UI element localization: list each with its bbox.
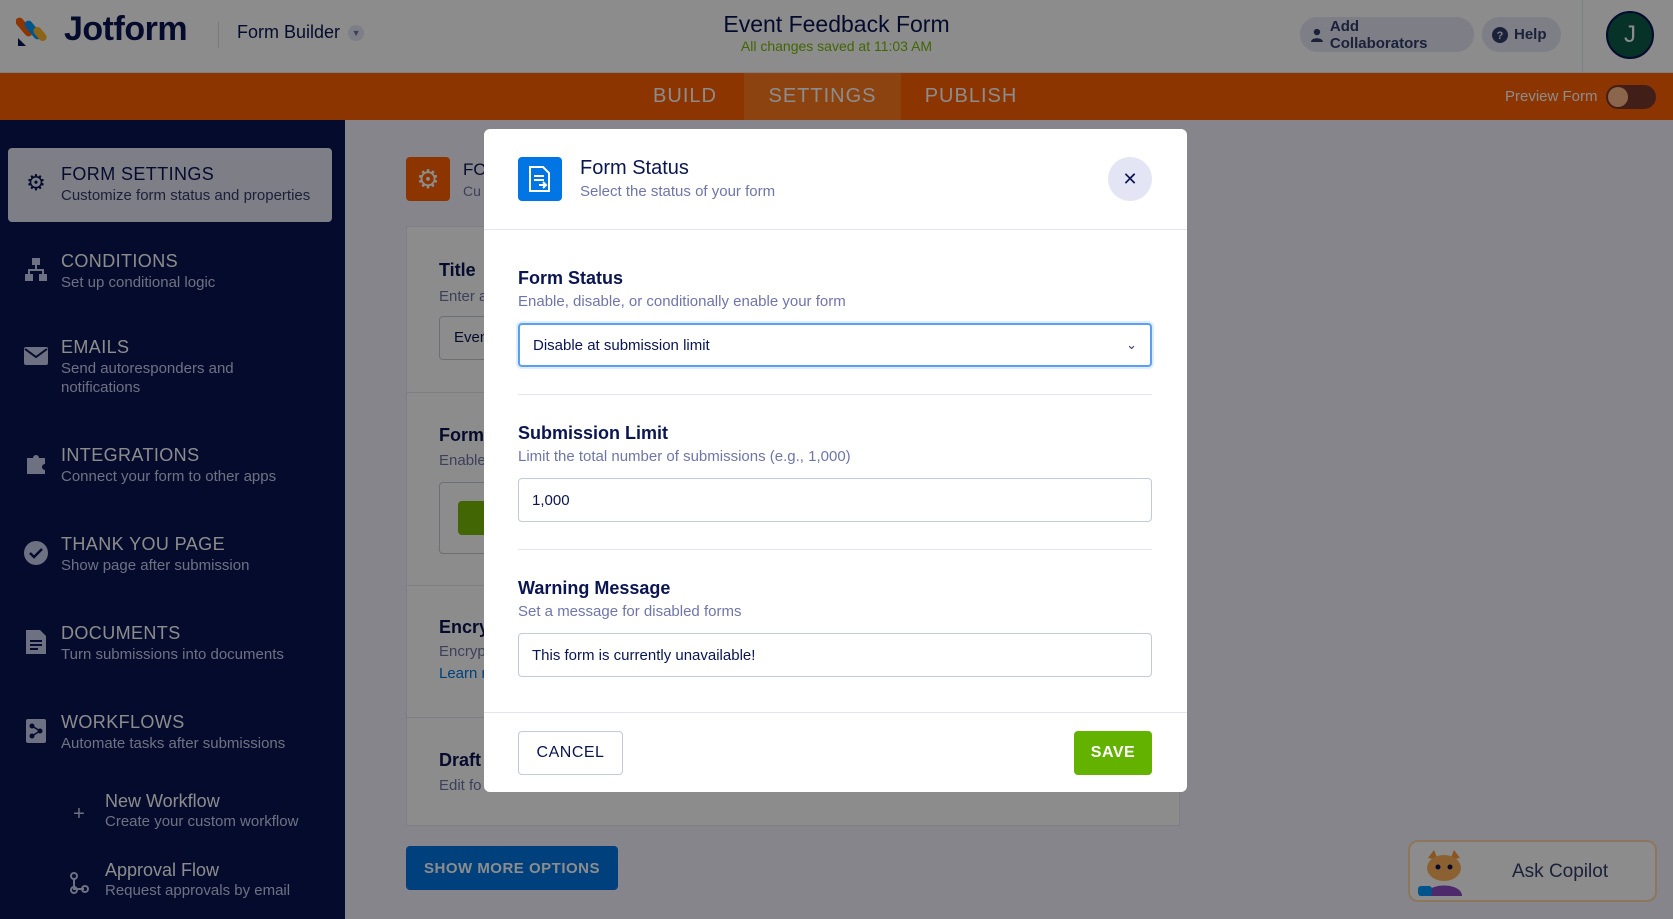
warning-message-input[interactable]: This form is currently unavailable! bbox=[518, 633, 1152, 677]
form-status-select-value: Disable at submission limit bbox=[533, 336, 710, 354]
submission-limit-desc: Limit the total number of submissions (e… bbox=[518, 448, 851, 465]
modal-divider bbox=[518, 394, 1152, 395]
form-status-field-desc: Enable, disable, or conditionally enable… bbox=[518, 293, 846, 310]
modal-header: Form Status Select the status of your fo… bbox=[484, 129, 1187, 230]
cancel-button[interactable]: CANCEL bbox=[518, 731, 623, 775]
warning-message-desc: Set a message for disabled forms bbox=[518, 603, 742, 620]
modal-subtitle: Select the status of your form bbox=[580, 183, 776, 200]
form-status-field-label: Form Status bbox=[518, 268, 624, 288]
form-status-select[interactable]: Disable at submission limit ⌄ bbox=[518, 323, 1152, 367]
modal-footer: CANCEL SAVE bbox=[484, 712, 1187, 792]
modal-divider bbox=[518, 549, 1152, 550]
form-status-modal: Form Status Select the status of your fo… bbox=[484, 129, 1187, 792]
form-status-document-icon bbox=[518, 157, 562, 201]
modal-title: Form Status bbox=[580, 157, 689, 179]
submission-limit-input[interactable]: 1,000 bbox=[518, 478, 1152, 522]
save-button[interactable]: SAVE bbox=[1074, 731, 1152, 775]
warning-message-label: Warning Message bbox=[518, 578, 671, 598]
close-icon[interactable]: ✕ bbox=[1108, 157, 1152, 201]
submission-limit-label: Submission Limit bbox=[518, 423, 669, 443]
chevron-down-icon: ⌄ bbox=[1126, 337, 1137, 352]
